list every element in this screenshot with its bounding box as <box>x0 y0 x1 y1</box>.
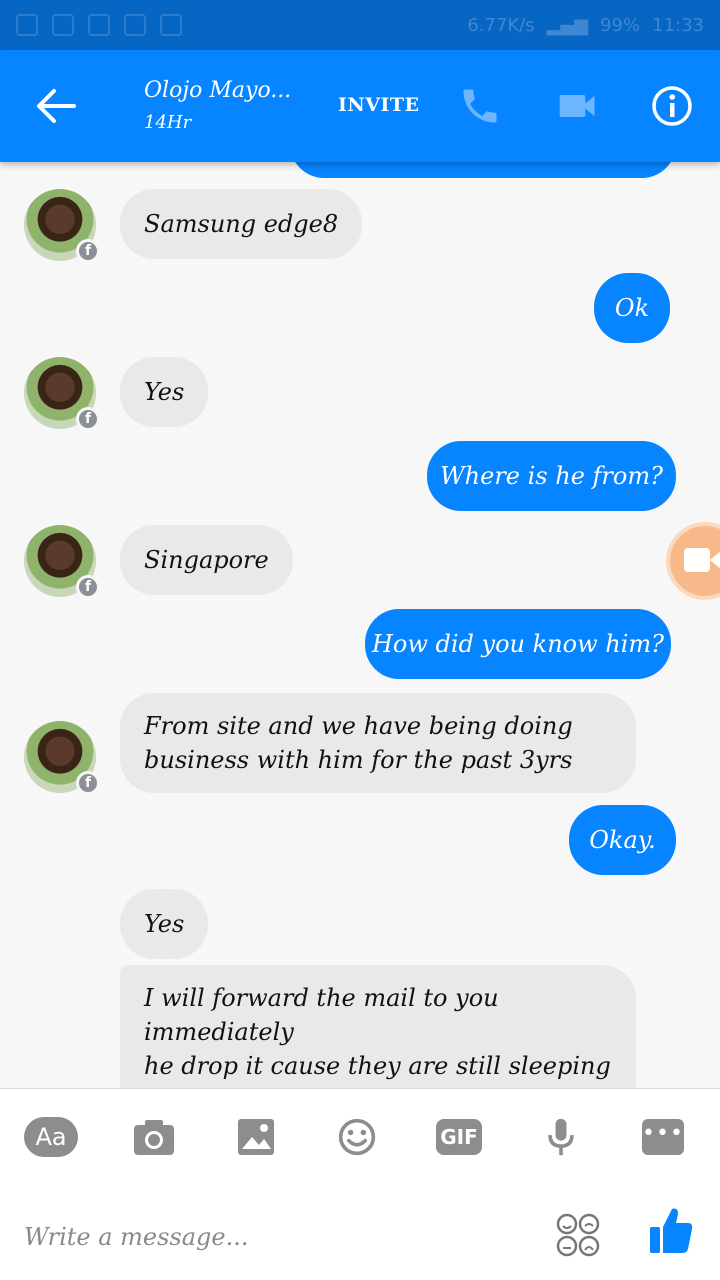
outgoing-message[interactable]: Okay. <box>569 805 676 875</box>
more-options-button[interactable]: ••• <box>642 1119 684 1155</box>
previous-outgoing-bubble <box>290 162 676 178</box>
facebook-badge-icon: f <box>76 407 100 431</box>
composer: Aa GIF ••• <box>0 1088 720 1280</box>
facebook-badge-icon: f <box>76 239 100 263</box>
camera-icon[interactable] <box>128 1117 182 1157</box>
facebook-badge-icon: f <box>76 771 100 795</box>
incoming-message[interactable]: Yes <box>120 357 209 427</box>
contact-active-status: 14Hr <box>144 112 192 133</box>
incoming-message[interactable]: From site and we have being doing busine… <box>120 693 636 793</box>
emoji-icon[interactable] <box>330 1117 384 1157</box>
message-input[interactable] <box>24 1217 524 1257</box>
notification-icon <box>88 14 110 36</box>
back-arrow-icon[interactable] <box>34 86 78 126</box>
contact-name[interactable]: Olojo Mayo... <box>144 78 291 103</box>
outgoing-message[interactable]: How did you know him? <box>365 609 671 679</box>
video-camera-icon[interactable] <box>556 84 600 128</box>
facebook-badge-icon: f <box>76 575 100 599</box>
notification-icon <box>160 14 182 36</box>
avatar[interactable]: f <box>24 721 100 795</box>
notification-icons <box>16 14 182 36</box>
incoming-message[interactable]: I will forward the mail to you immediate… <box>120 965 636 1088</box>
outgoing-message[interactable]: Where is he from? <box>427 441 676 511</box>
status-bar: 6.77K/s ▂▄▆ 99% 11:33 <box>0 0 720 50</box>
network-speed: 6.77K/s <box>467 14 535 36</box>
avatar[interactable]: f <box>24 357 100 431</box>
incoming-message[interactable]: Samsung edge8 <box>120 189 363 259</box>
gif-button[interactable]: GIF <box>436 1119 482 1155</box>
outgoing-message[interactable]: Ok <box>594 273 670 343</box>
video-camera-icon <box>684 548 710 572</box>
avatar[interactable]: f <box>24 525 100 599</box>
status-indicators: 6.77K/s ▂▄▆ 99% 11:33 <box>467 15 704 36</box>
notification-icon <box>124 14 146 36</box>
notification-icon <box>16 14 38 36</box>
clock: 11:33 <box>652 14 704 36</box>
notification-icon <box>52 14 74 36</box>
image-icon[interactable] <box>230 1117 284 1157</box>
text-mode-button[interactable]: Aa <box>24 1117 78 1157</box>
message-list[interactable]: f Samsung edge8 Ok f Yes Where is he fro… <box>0 162 720 1088</box>
avatar[interactable]: f <box>24 189 100 263</box>
thumbs-up-icon[interactable] <box>648 1205 694 1255</box>
incoming-message[interactable]: Yes <box>120 889 209 959</box>
emoji-grid-icon[interactable] <box>556 1213 600 1257</box>
microphone-icon[interactable] <box>534 1117 588 1157</box>
info-icon[interactable] <box>650 84 694 128</box>
battery-level: 99% <box>600 14 641 36</box>
conversation-header: Olojo Mayo... 14Hr INVITE <box>0 50 720 162</box>
phone-icon[interactable] <box>458 84 502 128</box>
invite-button[interactable]: INVITE <box>338 94 420 116</box>
incoming-message[interactable]: Singapore <box>120 525 293 595</box>
signal-icon: ▂▄▆ <box>546 14 589 36</box>
